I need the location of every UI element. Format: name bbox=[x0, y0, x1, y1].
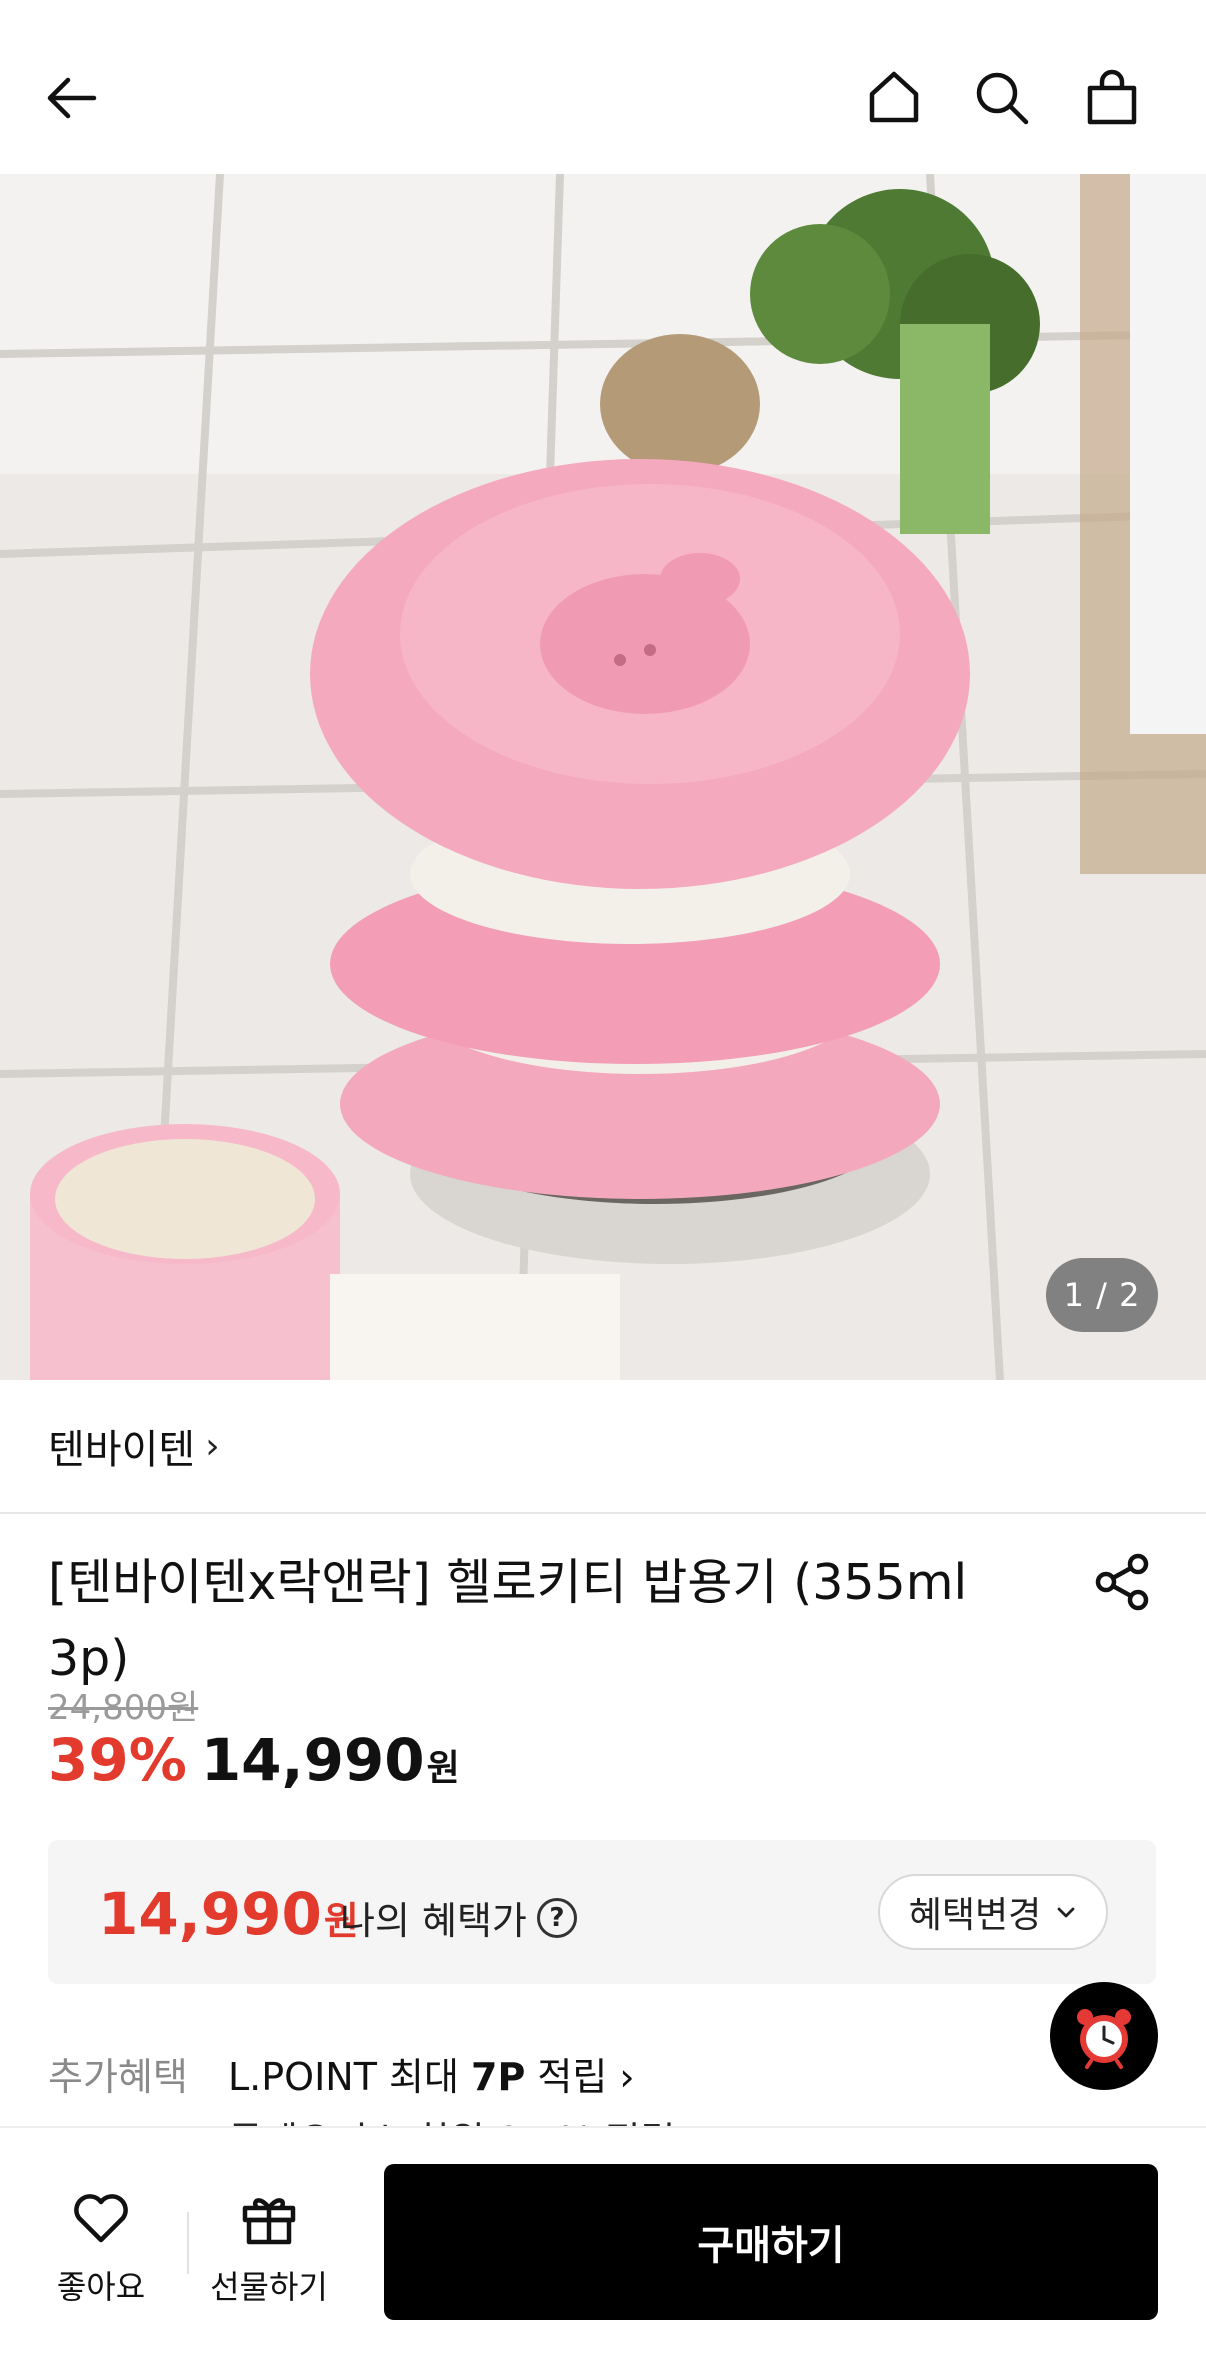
share-button[interactable] bbox=[1090, 1550, 1154, 1614]
product-image-carousel[interactable]: 1 / 2 bbox=[0, 174, 1206, 1380]
home-icon bbox=[869, 71, 919, 123]
shopping-bag-icon bbox=[1087, 69, 1137, 125]
lpoint-prefix: L.POINT 최대 bbox=[228, 2055, 471, 2099]
change-benefit-label: 혜택변경 bbox=[908, 1895, 1042, 1936]
arrow-left-icon bbox=[47, 77, 97, 119]
like-button[interactable]: 좋아요 bbox=[26, 2186, 176, 2308]
price-row: 39% 14,990 원 bbox=[48, 1726, 460, 1794]
change-benefit-button[interactable]: 혜택변경 bbox=[878, 1874, 1108, 1950]
currency-unit: 원 bbox=[426, 1748, 460, 1789]
search-icon bbox=[976, 72, 1029, 125]
benefit-label: 나의 혜택가 ? bbox=[340, 1890, 577, 1945]
lpoint-suffix: 적립 bbox=[525, 2055, 608, 2099]
image-counter: 1 / 2 bbox=[1046, 1258, 1158, 1332]
help-icon[interactable]: ? bbox=[536, 1897, 577, 1938]
gift-label: 선물하기 bbox=[210, 2268, 328, 2306]
cart-button[interactable] bbox=[1074, 60, 1150, 136]
like-label: 좋아요 bbox=[56, 2268, 146, 2306]
alarm-clock-icon bbox=[1077, 2009, 1131, 2069]
home-button[interactable] bbox=[856, 60, 932, 136]
extra-benefit-label: 추가혜택 bbox=[48, 2055, 188, 2099]
benefit-price: 14,990 원 bbox=[98, 1880, 359, 1948]
search-button[interactable] bbox=[964, 60, 1040, 136]
chevron-right-icon: › bbox=[205, 1425, 220, 1467]
divider bbox=[187, 2212, 189, 2274]
buy-button[interactable]: 구매하기 bbox=[384, 2164, 1158, 2320]
chevron-down-icon bbox=[1057, 1907, 1075, 1918]
brand-row: 텐바이텐 › bbox=[0, 1380, 1206, 1514]
original-price: 24,800원 bbox=[48, 1688, 199, 1728]
benefit-price-value: 14,990 bbox=[98, 1880, 322, 1948]
lpoint-benefit-link[interactable]: L.POINT 최대 7P 적립 › bbox=[228, 2046, 635, 2101]
my-benefit-box: 14,990 원 나의 혜택가 ? 혜택변경 bbox=[48, 1840, 1156, 1984]
brand-name: 텐바이텐 bbox=[48, 1427, 196, 1473]
heart-icon bbox=[74, 2194, 128, 2243]
benefit-label-text: 나의 혜택가 bbox=[340, 1899, 527, 1943]
bottom-action-bar: 좋아요 선물하기 구매하기 bbox=[0, 2126, 1206, 2380]
top-app-bar bbox=[0, 0, 1206, 174]
sale-price: 14,990 bbox=[200, 1726, 425, 1794]
product-photo bbox=[0, 174, 1206, 1380]
gift-button[interactable]: 선물하기 bbox=[194, 2186, 344, 2308]
chevron-right-icon: › bbox=[619, 2055, 635, 2099]
lpoint-value: 7P bbox=[471, 2055, 526, 2099]
gift-icon bbox=[242, 2198, 296, 2245]
back-button[interactable] bbox=[34, 60, 110, 136]
product-title: [텐바이텐x락앤락] 헬로키티 밥용기 (355ml 3p) bbox=[48, 1554, 968, 1687]
brand-link[interactable]: 텐바이텐 › bbox=[48, 1417, 220, 1475]
share-icon bbox=[1095, 1553, 1149, 1611]
discount-rate: 39% bbox=[48, 1726, 187, 1794]
alarm-clock-button[interactable] bbox=[1050, 1982, 1158, 2090]
